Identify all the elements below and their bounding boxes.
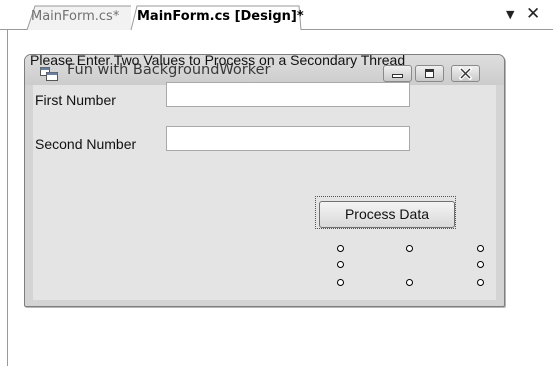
tab-mainform-design[interactable]: MainForm.cs [Design]*: [130, 5, 304, 31]
instruction-label: Please Enter Two Values to Process on a …: [30, 52, 406, 68]
close-icon: [458, 66, 473, 81]
vs-designer-window: MainForm.cs* MainForm.cs [Design]* ▼ ✕ F…: [0, 0, 553, 366]
resize-handle-top-left[interactable]: [337, 245, 344, 252]
resize-handle-bottom-right[interactable]: [477, 279, 484, 286]
tab-mainform-code[interactable]: MainForm.cs*: [26, 5, 142, 31]
resize-handle-bottom-left[interactable]: [337, 279, 344, 286]
resize-handle-left[interactable]: [337, 261, 344, 268]
maximize-button[interactable]: [415, 65, 444, 82]
resize-handle-bottom[interactable]: [406, 279, 413, 286]
document-tab-strip: MainForm.cs* MainForm.cs [Design]* ▼ ✕: [0, 0, 553, 31]
dropdown-arrow-icon[interactable]: ▼: [506, 9, 514, 21]
second-number-field[interactable]: [166, 126, 410, 151]
second-number-label: Second Number: [35, 136, 137, 152]
form-client-area: [33, 85, 496, 300]
tab-label: MainForm.cs*: [31, 9, 120, 24]
maximize-icon: [425, 69, 434, 78]
first-number-label: First Number: [35, 92, 116, 108]
close-icon[interactable]: ✕: [526, 4, 540, 24]
resize-handle-top-right[interactable]: [477, 245, 484, 252]
process-data-button[interactable]: Process Data: [319, 201, 455, 228]
close-button[interactable]: [451, 65, 480, 82]
tab-label: MainForm.cs [Design]*: [137, 9, 304, 24]
resize-handle-right[interactable]: [477, 261, 484, 268]
resize-handle-top[interactable]: [406, 245, 413, 252]
first-number-field[interactable]: [166, 82, 410, 107]
form-window-icon: [40, 67, 58, 81]
